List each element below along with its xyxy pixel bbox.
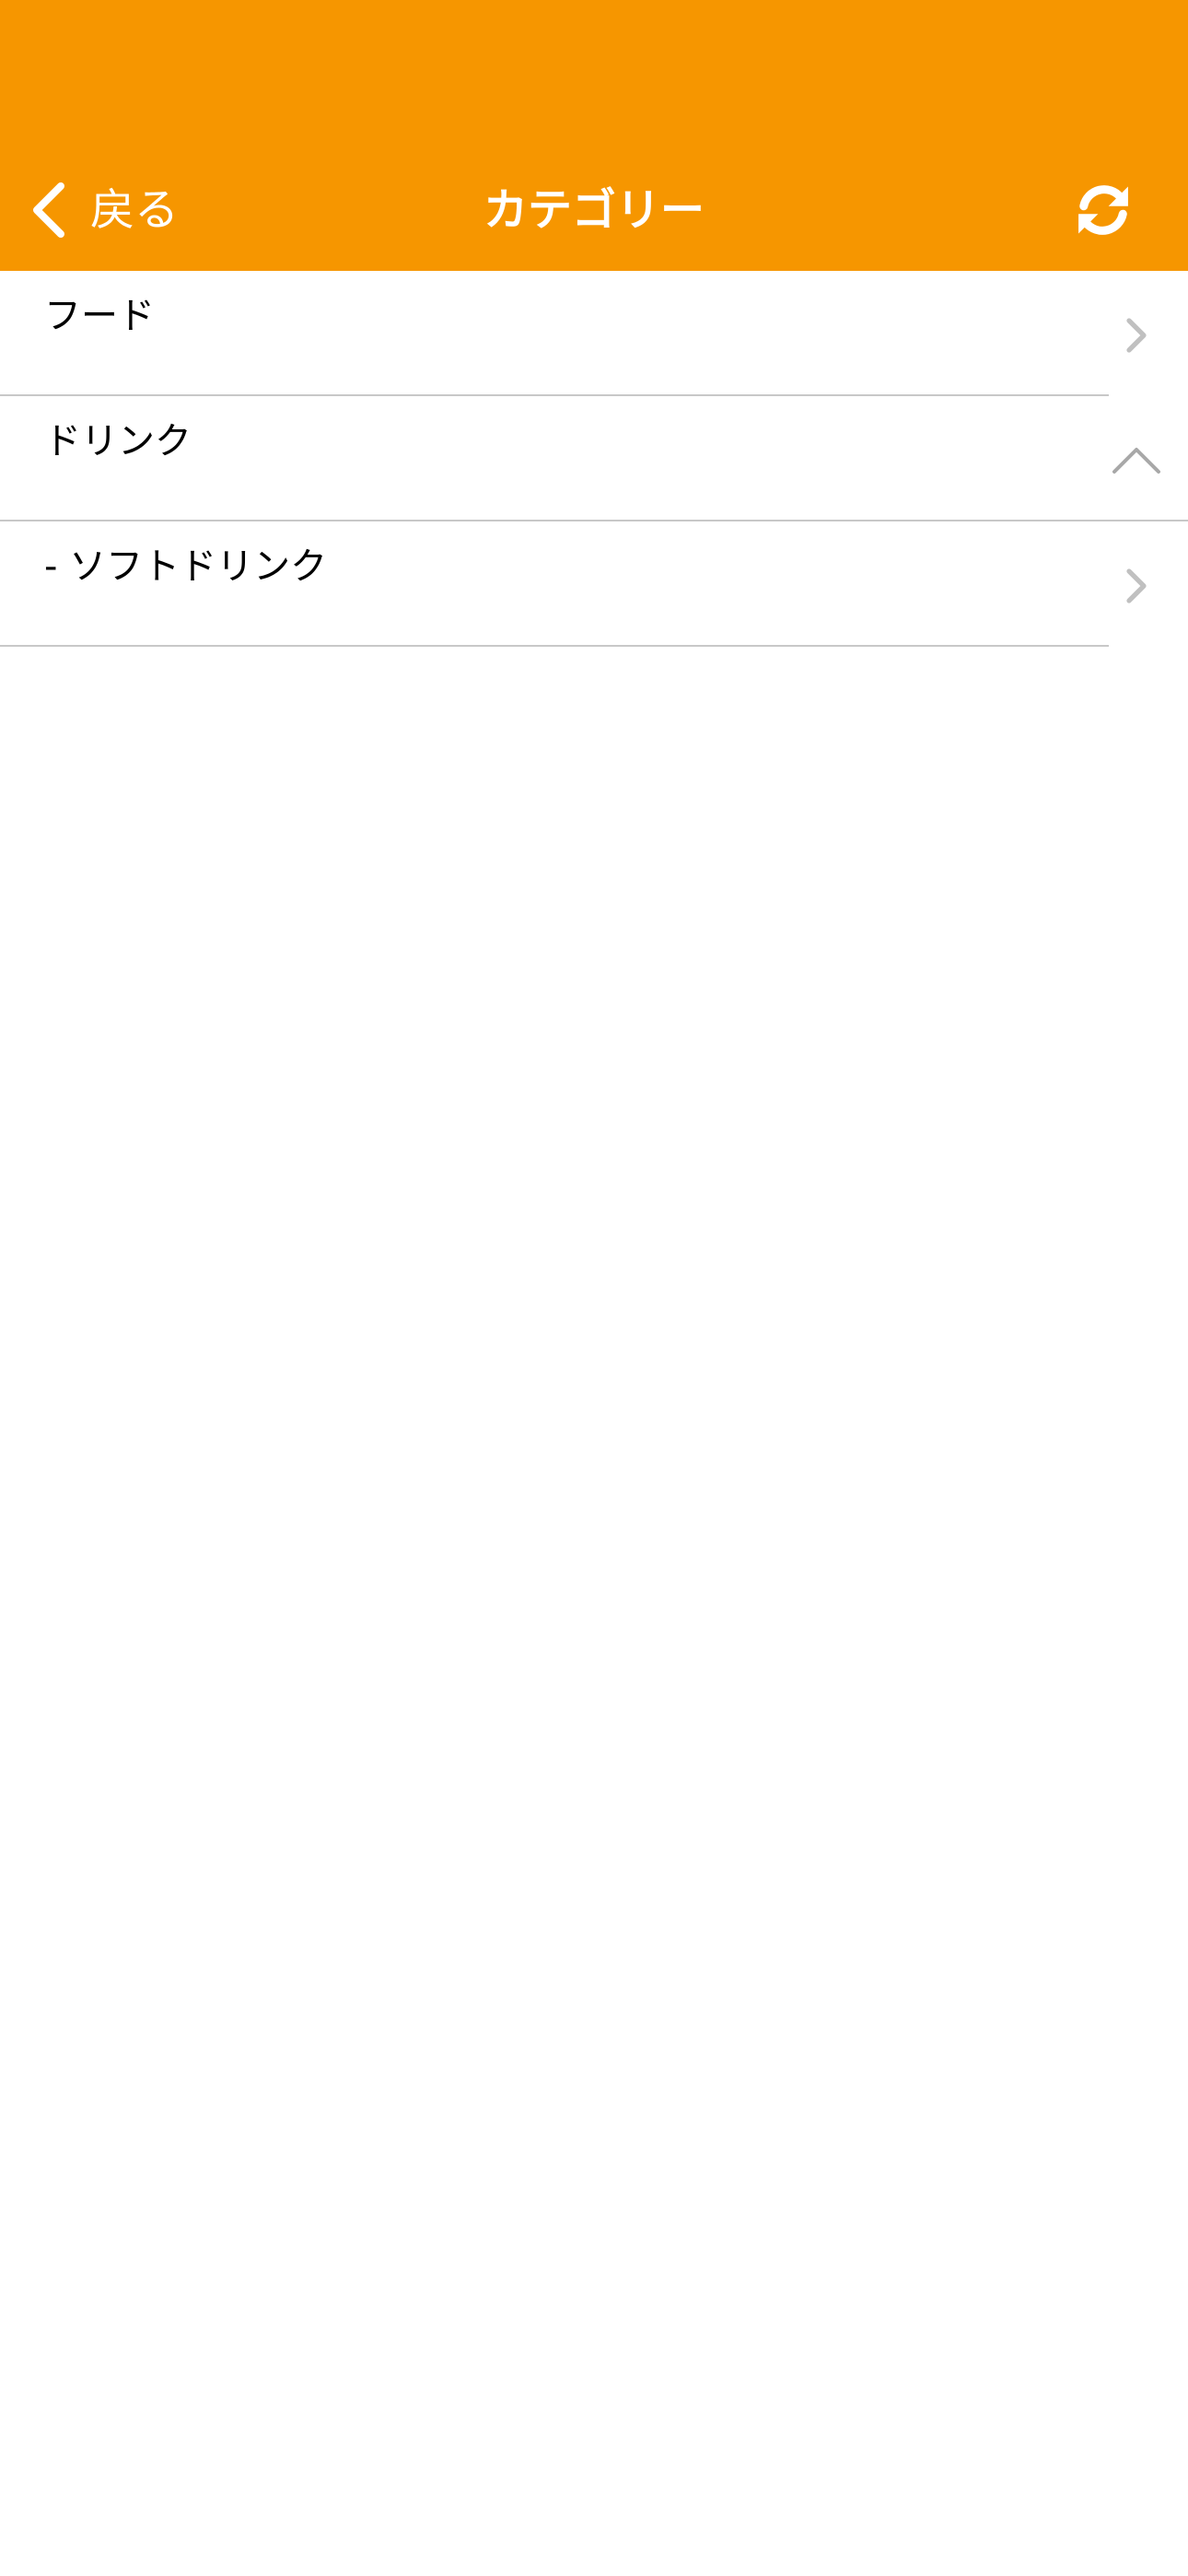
category-row-food[interactable]: フード: [0, 271, 1188, 394]
chevron-right-icon: [1107, 306, 1166, 365]
category-row-drink[interactable]: ドリンク: [0, 396, 1188, 520]
category-label: ドリンク: [44, 420, 192, 463]
row-divider: [0, 645, 1109, 647]
back-label: 戻る: [90, 184, 180, 236]
category-screen: 戻る カテゴリー フード ドリンク - ソフトドリンク: [0, 0, 1188, 2576]
back-button[interactable]: 戻る: [28, 173, 179, 247]
category-row-soft-drink[interactable]: - ソフトドリンク: [0, 521, 1188, 645]
chevron-left-icon: [33, 182, 64, 238]
refresh-button[interactable]: [1072, 179, 1135, 241]
refresh-icon: [1078, 185, 1128, 235]
category-list: フード ドリンク - ソフトドリンク: [0, 271, 1188, 647]
category-label: フード: [44, 295, 155, 337]
chevron-right-icon: [1107, 556, 1166, 615]
category-label: - ソフトドリンク: [44, 545, 328, 588]
chevron-up-icon: [1107, 431, 1166, 490]
navigation-bar: 戻る カテゴリー: [0, 0, 1188, 271]
